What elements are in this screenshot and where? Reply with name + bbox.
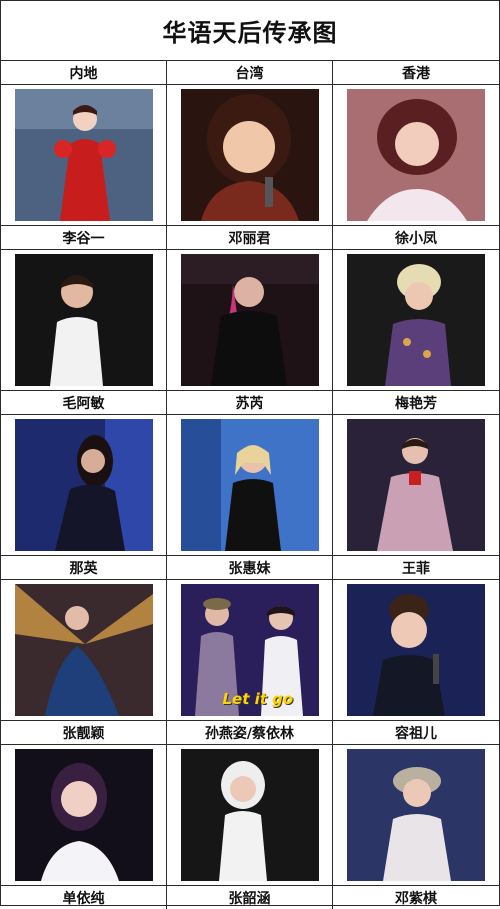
name-row: 毛阿敏 苏芮 梅艳芳 [1, 391, 499, 415]
photo-cell [167, 250, 333, 390]
singer-name: 容祖儿 [395, 725, 437, 742]
name-cell: 梅艳芳 [333, 391, 499, 414]
header-cell: 内地 [1, 61, 167, 84]
singer-photo [14, 584, 153, 716]
photo-cell [333, 745, 499, 885]
singer-name: 张惠妹 [228, 560, 271, 577]
singer-name: 徐小凤 [395, 230, 437, 247]
name-cell: 毛阿敏 [1, 391, 167, 414]
singer-name: 单依纯 [62, 890, 105, 907]
singer-photo [14, 89, 153, 221]
name-cell: 李谷一 [1, 226, 167, 249]
name-row: 那英 张惠妹 王菲 [1, 556, 499, 580]
name-cell: 徐小凤 [333, 226, 499, 249]
name-cell: 王菲 [333, 556, 499, 579]
header-cell: 香港 [333, 61, 499, 84]
photo-cell [167, 415, 333, 555]
photo-cell [333, 415, 499, 555]
name-row: 张靓颖 孙燕姿/蔡依林 容祖儿 [1, 721, 499, 745]
lineage-grid: 内地 台湾 香港 李谷一 邓丽君 徐小凤 毛阿敏 苏芮 梅艳芳 那英 张惠妹 王… [1, 61, 499, 909]
name-cell: 张惠妹 [167, 556, 333, 579]
singer-name: 张靓颖 [62, 725, 105, 742]
overlay-caption: Let it go [222, 690, 294, 708]
header-cell: 台湾 [167, 61, 333, 84]
singer-name: 孙燕姿/蔡依林 [204, 725, 295, 742]
chart-title: 华语天后传承图 [1, 1, 499, 61]
singer-photo [347, 419, 485, 551]
singer-name: 梅艳芳 [395, 395, 437, 412]
singer-name: 毛阿敏 [62, 395, 105, 412]
photo-row [1, 85, 499, 226]
singer-photo [347, 254, 485, 386]
singer-name: 苏芮 [235, 395, 264, 412]
singer-name: 邓紫棋 [395, 890, 437, 907]
singer-name: 王菲 [402, 560, 430, 577]
singer-photo: Let it go [180, 584, 319, 716]
photo-cell [167, 85, 333, 225]
photo-row [1, 745, 499, 886]
photo-cell [1, 250, 167, 390]
singer-photo [14, 419, 153, 551]
name-cell: 苏芮 [167, 391, 333, 414]
region-label: 内地 [69, 65, 98, 82]
singer-photo [347, 89, 485, 221]
singer-photo [180, 419, 319, 551]
photo-cell [1, 580, 167, 720]
photo-cell [333, 85, 499, 225]
singer-photo [347, 749, 485, 881]
lineage-chart: 华语天后传承图 内地 台湾 香港 李谷一 邓丽君 徐小凤 毛阿敏 苏芮 梅艳芳 … [0, 0, 500, 909]
region-label: 香港 [402, 65, 430, 82]
photo-cell [1, 745, 167, 885]
singer-name: 那英 [69, 560, 98, 577]
singer-photo [14, 254, 153, 386]
singer-name: 邓丽君 [228, 230, 271, 247]
singer-photo [14, 749, 153, 881]
photo-cell [167, 745, 333, 885]
photo-cell [1, 85, 167, 225]
name-cell: 孙燕姿/蔡依林 [167, 721, 333, 744]
singer-photo [347, 584, 485, 716]
photo-row [1, 415, 499, 556]
region-label: 台湾 [235, 65, 264, 82]
photo-cell [1, 415, 167, 555]
singer-photo [180, 749, 319, 881]
photo-row [1, 250, 499, 391]
photo-cell [333, 250, 499, 390]
name-row: 李谷一 邓丽君 徐小凤 [1, 226, 499, 250]
singer-name: 张韶涵 [228, 890, 271, 907]
name-cell: 张靓颖 [1, 721, 167, 744]
name-cell: 邓丽君 [167, 226, 333, 249]
header-row: 内地 台湾 香港 [1, 61, 499, 85]
singer-photo [180, 254, 319, 386]
singer-name: 李谷一 [62, 230, 105, 247]
name-cell: 那英 [1, 556, 167, 579]
photo-row: Let it go [1, 580, 499, 721]
singer-photo [180, 89, 319, 221]
name-cell: 容祖儿 [333, 721, 499, 744]
photo-cell: Let it go [167, 580, 333, 720]
photo-cell [333, 580, 499, 720]
